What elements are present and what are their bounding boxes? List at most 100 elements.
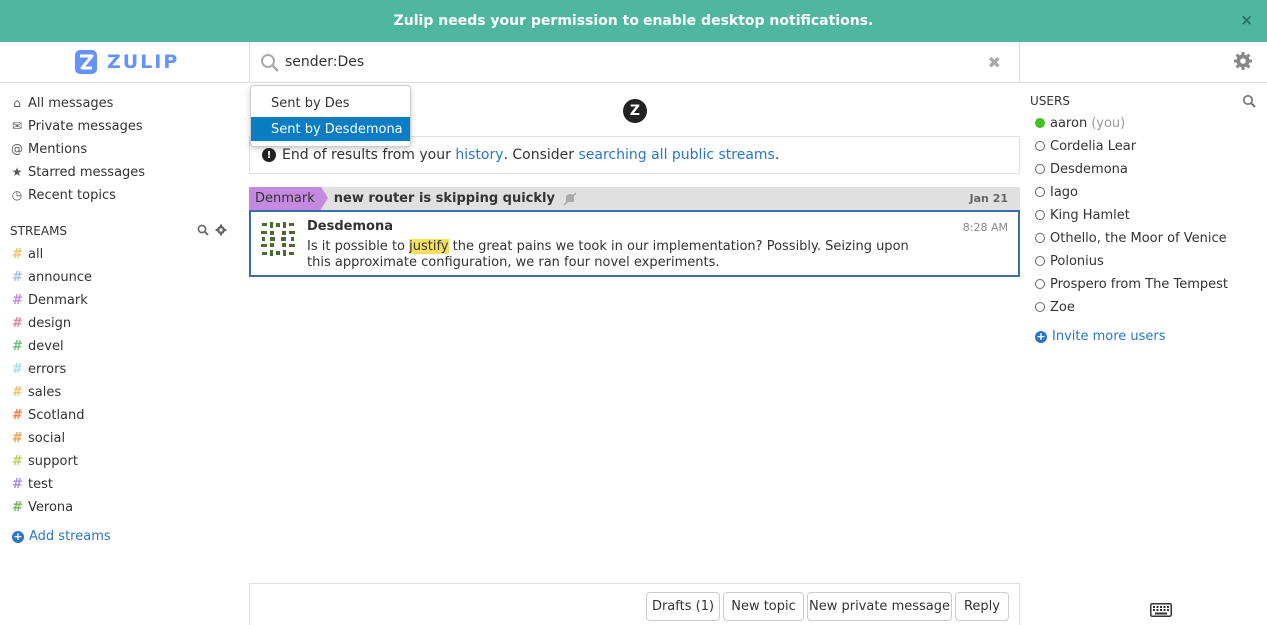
- stream-label: all: [28, 246, 44, 262]
- stream-item-test[interactable]: # test: [12, 474, 53, 494]
- user-item[interactable]: Cordelia Lear: [1035, 136, 1136, 156]
- add-streams-label: Add streams: [29, 529, 111, 544]
- typeahead-item[interactable]: Sent by Des: [251, 91, 410, 115]
- user-name: Desdemona: [1050, 161, 1128, 177]
- user-item[interactable]: King Hamlet: [1035, 205, 1130, 225]
- nav-mentions[interactable]: @ Mentions: [10, 139, 87, 159]
- typeahead-active-label: Sent by Desdemona: [271, 121, 403, 137]
- notice-prefix: End of results from your: [282, 147, 451, 163]
- exclamation-icon: !: [262, 148, 276, 162]
- sender-name[interactable]: Desdemona: [307, 219, 393, 234]
- online-status-icon: [1035, 118, 1045, 128]
- nav-starred-messages[interactable]: ★ Starred messages: [10, 162, 145, 182]
- stream-item-all[interactable]: # all: [12, 244, 43, 264]
- topic-name[interactable]: new router is skipping quickly: [334, 191, 555, 206]
- notice-middle: . Consider: [503, 147, 575, 163]
- new-private-message-button[interactable]: New private message: [807, 592, 952, 621]
- message-row[interactable]: Desdemona 8:28 AM Is it possible to just…: [249, 210, 1020, 277]
- reply-button[interactable]: Reply: [955, 592, 1009, 621]
- invite-users-link[interactable]: + Invite more users: [1035, 329, 1166, 344]
- stream-label: social: [28, 430, 66, 446]
- nav-private-messages[interactable]: ✉ Private messages: [10, 116, 143, 136]
- offline-status-icon: [1035, 302, 1045, 312]
- user-item[interactable]: Iago: [1035, 182, 1078, 202]
- keyboard-shortcuts-icon[interactable]: [1150, 603, 1172, 617]
- enable-notifications-link[interactable]: enable desktop notifications.: [643, 13, 873, 29]
- hash-icon: #: [12, 292, 23, 308]
- user-item[interactable]: Zoe: [1035, 297, 1075, 317]
- stream-item-design[interactable]: # design: [12, 313, 71, 333]
- mute-topic-icon[interactable]: [563, 191, 577, 206]
- stream-label: errors: [28, 361, 67, 377]
- new-topic-button[interactable]: New topic: [723, 592, 804, 621]
- message-content: Is it possible to justify the great pain…: [307, 239, 917, 271]
- add-streams-link[interactable]: + Add streams: [12, 529, 111, 544]
- search-input[interactable]: [285, 51, 965, 73]
- stream-item-support[interactable]: # support: [12, 451, 78, 471]
- zulip-z-icon: Z: [623, 99, 647, 123]
- streams-tools: [197, 224, 227, 236]
- stream-item-announce[interactable]: # announce: [12, 267, 92, 287]
- hash-icon: #: [12, 407, 23, 423]
- drafts-button[interactable]: Drafts (1): [646, 592, 720, 621]
- hash-icon: #: [12, 246, 23, 262]
- user-item[interactable]: aaron (you): [1035, 113, 1125, 133]
- user-item[interactable]: Polonius: [1035, 251, 1104, 271]
- history-link[interactable]: history: [455, 147, 503, 163]
- home-icon: ⌂: [13, 96, 21, 110]
- stream-item-sales[interactable]: # sales: [12, 382, 61, 402]
- user-item[interactable]: Othello, the Moor of Venice: [1035, 228, 1227, 248]
- nav-all-messages[interactable]: ⌂ All messages: [10, 93, 113, 113]
- user-name: Cordelia Lear: [1050, 138, 1137, 154]
- stream-label: devel: [28, 338, 64, 354]
- date-label: Jan 21: [969, 192, 1008, 205]
- user-item[interactable]: Prospero from The Tempest: [1035, 274, 1228, 294]
- at-icon: @: [11, 142, 23, 156]
- stream-settings-gear-icon[interactable]: [215, 224, 227, 236]
- user-name: aaron: [1050, 115, 1088, 131]
- zulip-logo[interactable]: ZULIP: [75, 50, 179, 74]
- search-users-icon[interactable]: [1242, 94, 1256, 108]
- stream-item-denmark[interactable]: # Denmark: [12, 290, 88, 310]
- hash-icon: #: [12, 269, 23, 285]
- recipient-bar: Denmark new router is skipping quickly J…: [249, 187, 1020, 210]
- stream-name-tag[interactable]: Denmark: [249, 187, 328, 210]
- users-header: USERS: [1030, 94, 1070, 108]
- offline-status-icon: [1035, 141, 1045, 151]
- streams-header[interactable]: STREAMS: [10, 224, 67, 238]
- brand-name: ZULIP: [107, 51, 180, 73]
- invite-label: Invite more users: [1052, 329, 1166, 344]
- search-highlight: justify: [409, 239, 449, 254]
- stream-item-scotland[interactable]: # Scotland: [12, 405, 85, 425]
- envelope-icon: ✉: [11, 119, 23, 133]
- nav-recent-topics[interactable]: ◷ Recent topics: [10, 185, 116, 205]
- nav-label: All messages: [28, 95, 114, 111]
- avatar[interactable]: [260, 221, 296, 257]
- user-name: Iago: [1050, 184, 1079, 200]
- message-time[interactable]: 8:28 AM: [963, 221, 1008, 234]
- hash-icon: #: [12, 315, 23, 331]
- hash-icon: #: [12, 499, 23, 515]
- stream-item-devel[interactable]: # devel: [12, 336, 64, 356]
- offline-status-icon: [1035, 187, 1045, 197]
- search-streams-icon[interactable]: [197, 224, 209, 236]
- gear-icon[interactable]: [1233, 51, 1253, 71]
- hash-icon: #: [12, 338, 23, 354]
- clear-search-icon[interactable]: ✖: [988, 53, 1001, 72]
- plus-circle-icon: +: [12, 529, 24, 543]
- search-bar: ✖: [249, 42, 1020, 83]
- search-public-streams-link[interactable]: searching all public streams: [579, 147, 775, 163]
- stream-item-social[interactable]: # social: [12, 428, 65, 448]
- stream-item-errors[interactable]: # errors: [12, 359, 66, 379]
- user-name: Polonius: [1050, 253, 1104, 269]
- stream-label: Denmark: [28, 292, 88, 308]
- close-icon[interactable]: ×: [1240, 11, 1253, 29]
- hash-icon: #: [12, 384, 23, 400]
- user-name: Othello, the Moor of Venice: [1050, 230, 1227, 246]
- stream-label: Scotland: [28, 407, 85, 423]
- typeahead-item-active[interactable]: Sent by Desdemona: [251, 117, 410, 141]
- user-item[interactable]: Desdemona: [1035, 159, 1128, 179]
- stream-label: design: [28, 315, 72, 331]
- banner-text: Zulip needs your permission to: [393, 13, 639, 29]
- stream-item-verona[interactable]: # Verona: [12, 497, 73, 517]
